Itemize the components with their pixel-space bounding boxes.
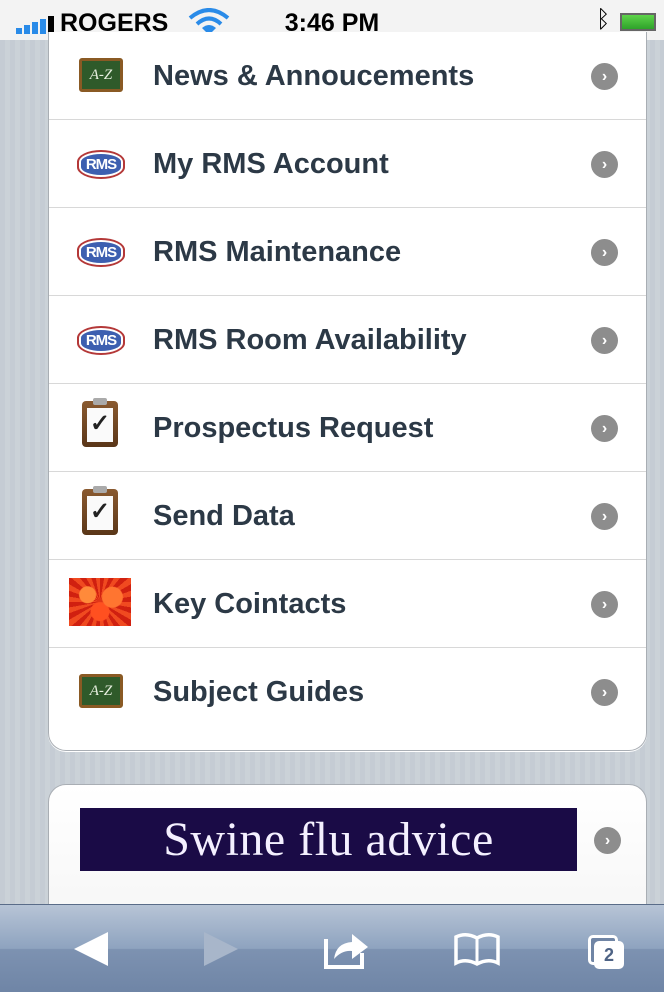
forward-icon: [204, 932, 238, 966]
chevron-right-icon: ›: [591, 679, 618, 706]
chevron-right-icon: ›: [591, 591, 618, 618]
back-button[interactable]: [68, 929, 118, 969]
clipboard-check-icon: ✓: [82, 398, 118, 447]
chevron-right-icon: ›: [591, 63, 618, 90]
chevron-right-icon: ›: [591, 327, 618, 354]
battery-charging-icon: [620, 13, 656, 31]
clipboard-check-icon: ✓: [82, 486, 118, 535]
swine-flu-banner[interactable]: Swine flu advice: [80, 808, 577, 871]
menu-item-subject-guides[interactable]: A-Z Subject Guides ›: [49, 648, 646, 736]
az-chalkboard-icon: A-Z: [79, 674, 123, 708]
share-button[interactable]: [322, 929, 372, 969]
chevron-right-icon: ›: [594, 827, 621, 854]
chevron-right-icon: ›: [591, 415, 618, 442]
menu-item-label: News & Annoucements: [153, 60, 475, 92]
menu-item-key-contacts[interactable]: Key Cointacts ›: [49, 560, 646, 648]
menu-item-prospectus-request[interactable]: ✓ Prospectus Request ›: [49, 384, 646, 472]
chevron-right-icon: ›: [591, 239, 618, 266]
menu-item-label: RMS Maintenance: [153, 236, 402, 268]
swine-flu-banner-card[interactable]: Swine flu advice ›: [48, 784, 647, 914]
browser-toolbar: 2: [0, 904, 664, 992]
red-flower-icon: [69, 578, 131, 626]
share-icon: [324, 934, 368, 969]
forward-button[interactable]: [194, 929, 244, 969]
az-chalkboard-icon: A-Z: [79, 58, 123, 92]
chevron-right-icon: ›: [591, 151, 618, 178]
tabs-button[interactable]: 2: [582, 929, 632, 969]
menu-item-label: Key Cointacts: [153, 588, 347, 620]
menu-item-news-announcements[interactable]: A-Z News & Annoucements ›: [49, 32, 646, 120]
menu-item-label: My RMS Account: [153, 148, 389, 180]
menu-item-label: Prospectus Request: [153, 412, 434, 444]
menu-item-my-rms-account[interactable]: RMS My RMS Account ›: [49, 120, 646, 208]
bookmarks-icon: [454, 933, 500, 966]
menu-list: A-Z News & Annoucements › RMS My RMS Acc…: [48, 32, 647, 751]
menu-item-send-data[interactable]: ✓ Send Data ›: [49, 472, 646, 560]
menu-item-rms-maintenance[interactable]: RMS RMS Maintenance ›: [49, 208, 646, 296]
menu-item-label: Send Data: [153, 500, 295, 532]
chevron-right-icon: ›: [591, 503, 618, 530]
rms-logo-icon: RMS: [77, 146, 125, 182]
rms-logo-icon: RMS: [77, 234, 125, 270]
menu-item-label: RMS Room Availability: [153, 324, 467, 356]
tab-count: 2: [594, 941, 624, 969]
menu-item-label: Subject Guides: [153, 676, 365, 708]
bookmarks-button[interactable]: [452, 929, 502, 969]
bluetooth-icon: ᛒ: [596, 6, 611, 33]
menu-item-rms-room-availability[interactable]: RMS RMS Room Availability ›: [49, 296, 646, 384]
rms-logo-icon: RMS: [77, 322, 125, 358]
back-icon: [74, 932, 108, 966]
